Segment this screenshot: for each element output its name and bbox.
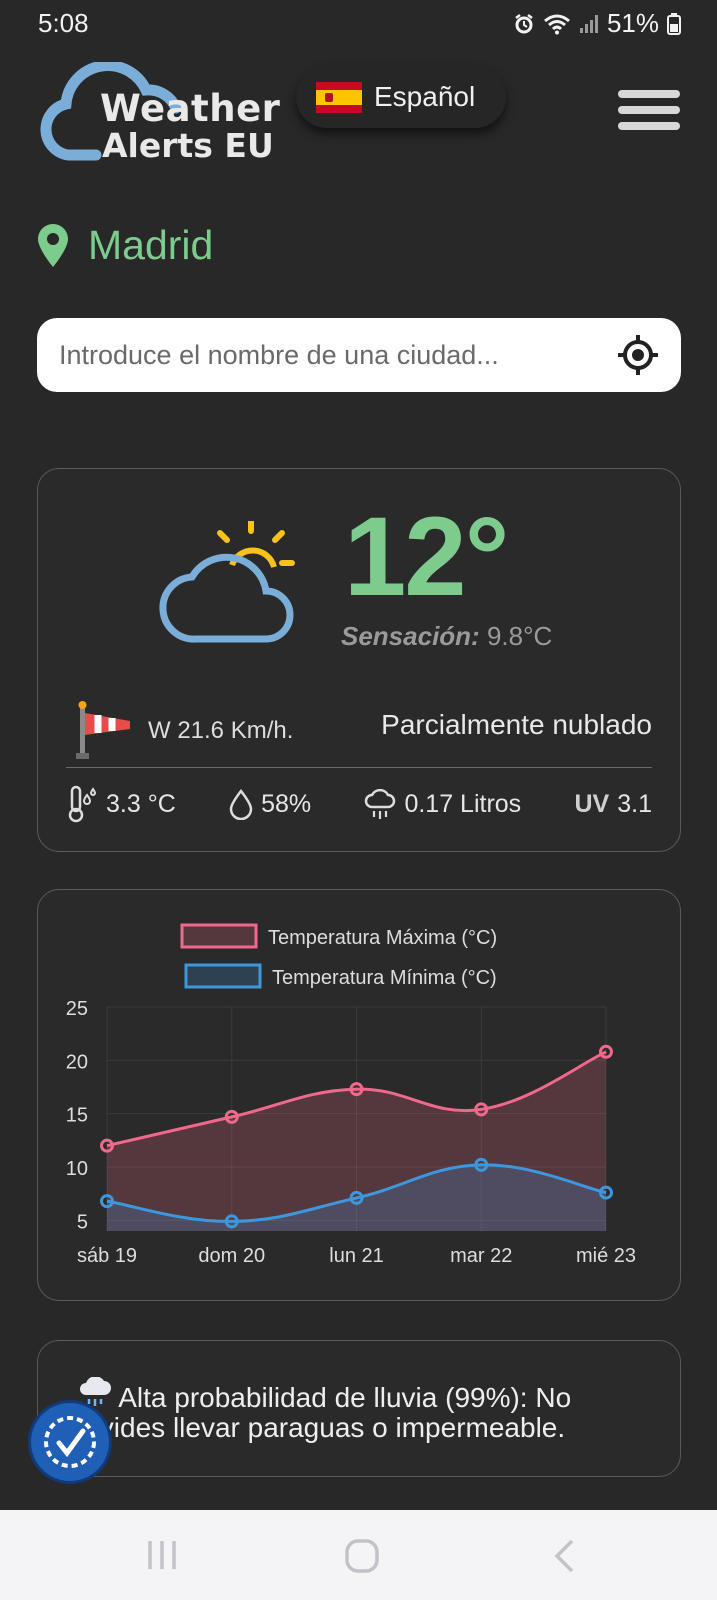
x-tick-label: sáb 19 [77,1245,137,1267]
uv-value: 3.1 [617,789,652,818]
home-button[interactable] [344,1538,380,1579]
x-tick-label: dom 20 [198,1245,265,1267]
precipitation-value: 0.17 Litros [404,789,522,818]
menu-button[interactable] [618,90,680,136]
uv-label: UV [574,789,610,818]
legend-swatch [180,923,258,949]
wind-info: W 21.6 Km/h. [74,701,293,761]
home-icon [345,1539,379,1573]
uv-stat: UV 3.1 [575,790,653,819]
water-drop-icon [229,788,253,820]
precipitation-stat: 0.17 Litros [364,787,521,821]
x-tick-label: mié 23 [576,1245,636,1267]
x-tick-label: mar 22 [450,1245,512,1267]
weather-stats: 3.3 °C 58% 0.17 Litros UV 3.1 [68,785,652,823]
recent-apps-icon [148,1541,176,1569]
alert-card: Alta probabilidad de lluvia (99%): No ol… [37,1340,681,1477]
humidity-stat: 58% [229,788,311,820]
wind-value: W 21.6 Km/h. [148,717,294,744]
current-weather-card: 12° Sensación: 9.8°C W 21.6 Km/h. Parcia… [37,468,681,852]
language-label: Español [374,81,476,112]
legend-label: Temperatura Máxima (°C) [268,927,497,949]
battery-icon [667,12,681,35]
feels-like-value: 9.8°C [486,621,553,651]
crosshair-icon [618,335,658,375]
status-bar: 5:08 51% [0,0,717,46]
hamburger-icon [618,90,680,98]
temperature-chart: 5 10 15 20 25 sáb 19 dom 20 lun 21 mar 22 mié 23 T… [66,923,636,1267]
x-tick-label: lun 21 [329,1245,384,1267]
spain-flag-icon [316,81,362,113]
legend-swatch [184,963,262,989]
dew-point-stat: 3.3 °C [68,785,176,823]
location-pin-icon [38,223,68,267]
language-button[interactable]: Español [296,66,506,128]
y-tick-label: 10 [66,1158,88,1180]
back-button[interactable] [552,1538,576,1579]
dew-point-value: 3.3 °C [106,789,176,818]
accessibility-button[interactable] [28,1400,112,1484]
weather-condition: Parcialmente nublado [381,709,652,740]
y-tick-label: 5 [77,1211,88,1233]
rain-cloud-icon [365,788,396,819]
city-name: Madrid [88,222,214,268]
status-time: 5:08 [38,8,89,38]
current-location: Madrid [36,222,213,269]
divider [66,767,652,768]
feels-like-label: Sensación: [341,621,480,651]
humidity-value: 58% [261,789,312,818]
search-input[interactable] [57,338,615,372]
recent-apps-button[interactable] [146,1538,178,1577]
legend-label: Temperatura Mínima (°C) [272,967,497,989]
logo-text-line1: Weather [100,87,281,130]
logo-text-line2: Alerts EU [102,126,274,165]
signal-icon [579,14,599,34]
thermometer-drops-icon [68,785,97,823]
y-tick-label: 15 [66,1105,88,1127]
wifi-icon [543,13,571,35]
alert-message: Alta probabilidad de lluvia (99%): No ol… [78,1377,656,1443]
partly-cloudy-icon [159,521,295,643]
battery-level: 51% [606,8,659,38]
back-icon [554,1539,574,1573]
accessibility-icon [44,1416,96,1468]
app-logo[interactable]: Weather Alerts EU [36,62,286,172]
locate-button[interactable] [615,332,661,378]
y-tick-label: 20 [66,1051,88,1073]
current-temperature: 12° [344,494,509,619]
y-tick-label: 25 [66,998,88,1020]
system-nav-bar [0,1510,717,1600]
temperature-chart-card: 5 10 15 20 25 sáb 19 dom 20 lun 21 mar 22 mié 23 T… [37,889,681,1301]
status-icons: 51% [513,8,681,39]
alarm-icon [513,13,535,35]
alert-text: Alta probabilidad de lluvia (99%): No ol… [78,1382,572,1443]
feels-like: Sensación: 9.8°C [341,621,552,652]
city-search[interactable] [37,318,681,392]
windsock-icon [76,701,130,759]
